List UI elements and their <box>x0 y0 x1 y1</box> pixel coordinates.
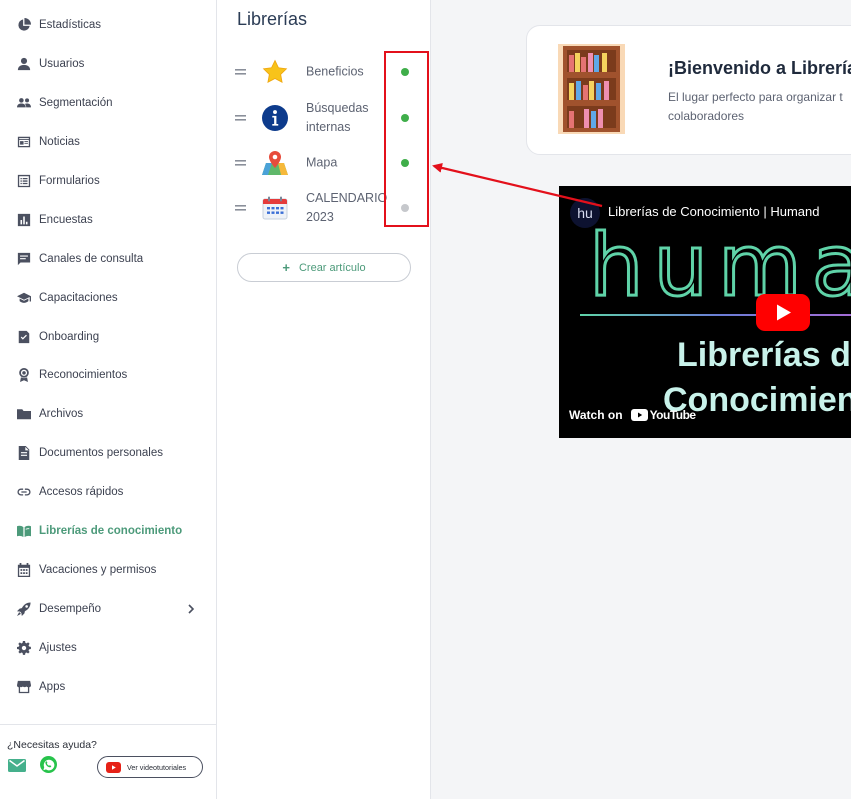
group-icon <box>17 96 31 110</box>
watch-on-label: Watch on <box>569 408 623 422</box>
mail-icon[interactable] <box>8 759 26 772</box>
youtube-wordmark: YouTube <box>649 408 697 422</box>
sidebar-item-encuestas[interactable]: Encuestas <box>0 200 216 239</box>
sidebar-item-ajustes[interactable]: Ajustes <box>0 628 216 667</box>
star-icon <box>261 58 289 86</box>
youtube-logo: YouTube <box>630 408 697 422</box>
bookshelf-icon <box>558 44 625 134</box>
sidebar-item-label: Vacaciones y permisos <box>39 563 157 576</box>
welcome-title: ¡Bienvenido a Librería <box>668 58 851 78</box>
calendar-icon <box>17 562 31 577</box>
sidebar-item-usuarios[interactable]: Usuarios <box>0 45 216 84</box>
sidebar-item-vacaciones-y-permisos[interactable]: Vacaciones y permisos <box>0 550 216 589</box>
bar-chart-icon <box>17 213 31 227</box>
sidebar-item-desempeno[interactable]: Desempeño <box>0 589 216 628</box>
library-name: Beneficios <box>306 64 364 79</box>
sidebar-item-documentos-personales[interactable]: Documentos personales <box>0 434 216 473</box>
graduation-cap-icon <box>17 291 31 305</box>
checklist-icon <box>17 330 31 344</box>
whatsapp-icon[interactable] <box>40 756 57 773</box>
rocket-icon <box>17 602 31 616</box>
sidebar-nav: Estadísticas Usuarios Segmentación Notic… <box>0 0 216 706</box>
drag-handle-icon[interactable] <box>235 160 246 166</box>
sidebar-item-canales-de-consulta[interactable]: Canales de consulta <box>0 239 216 278</box>
library-name: Mapa <box>306 155 338 170</box>
video-divider <box>580 314 851 316</box>
sidebar-item-label: Reconocimientos <box>39 369 128 382</box>
folder-icon <box>17 407 31 421</box>
sidebar-item-label: Ajustes <box>39 641 77 654</box>
sidebar-item-label: Documentos personales <box>39 447 164 460</box>
info-icon <box>261 104 289 132</box>
create-article-button[interactable]: + Crear artículo <box>237 253 411 282</box>
video-tutorials-button[interactable]: Ver videotutoriales <box>97 756 203 778</box>
watch-on-youtube-link[interactable]: Watch on YouTube <box>569 408 696 422</box>
form-icon <box>17 174 31 188</box>
drag-handle-icon[interactable] <box>235 115 246 121</box>
chevron-right-icon[interactable] <box>186 604 196 614</box>
sidebar-item-label: Apps <box>39 680 66 693</box>
library-name: Búsquedas internas <box>306 101 369 134</box>
sidebar-item-label: Archivos <box>39 408 84 421</box>
sidebar-item-label: Segmentación <box>39 97 113 110</box>
newspaper-icon <box>17 135 31 149</box>
sidebar-item-label: Capacitaciones <box>39 291 118 304</box>
sidebar-item-label: Encuestas <box>39 213 93 226</box>
video-logo-text: humand <box>588 215 851 318</box>
video-embed[interactable]: humand Librerías de Conocimiento hu Libr… <box>559 186 851 438</box>
sidebar-item-accesos-rapidos[interactable]: Accesos rápidos <box>0 473 216 512</box>
sidebar-item-label: Noticias <box>39 136 80 149</box>
link-icon <box>17 485 31 499</box>
sidebar-item-apps[interactable]: Apps <box>0 667 216 706</box>
store-icon <box>17 680 31 694</box>
sidebar-item-label: Usuarios <box>39 58 85 71</box>
libraries-title: Librerías <box>237 9 308 29</box>
welcome-text: El lugar perfecto para organizar t colab… <box>668 88 843 126</box>
library-name: CALENDARIO 2023 <box>306 191 388 224</box>
annotation-highlight-box <box>384 51 429 227</box>
welcome-text-line-2: colaboradores <box>668 109 745 123</box>
award-icon <box>17 368 31 383</box>
map-icon <box>261 149 289 177</box>
sidebar-item-archivos[interactable]: Archivos <box>0 395 216 434</box>
sidebar-item-label: Canales de consulta <box>39 252 144 265</box>
sidebar-item-reconocimientos[interactable]: Reconocimientos <box>0 356 216 395</box>
sidebar-item-segmentacion[interactable]: Segmentación <box>0 84 216 123</box>
welcome-card: ¡Bienvenido a Librería El lugar perfecto… <box>526 25 851 155</box>
plus-icon: + <box>282 260 290 275</box>
sidebar-item-noticias[interactable]: Noticias <box>0 123 216 162</box>
drag-handle-icon[interactable] <box>235 205 246 211</box>
video-tutorials-label: Ver videotutoriales <box>127 762 187 772</box>
sidebar-item-label: Desempeño <box>39 602 102 615</box>
user-icon <box>17 57 31 71</box>
sidebar: Estadísticas Usuarios Segmentación Notic… <box>0 0 217 799</box>
sidebar-item-formularios[interactable]: Formularios <box>0 162 216 201</box>
book-icon <box>17 524 31 538</box>
chat-icon <box>17 252 31 266</box>
play-button-icon[interactable] <box>756 294 810 331</box>
video-title[interactable]: Librerías de Conocimiento | Humand <box>608 204 820 219</box>
video-headline-1: Librerías de <box>677 336 851 374</box>
sidebar-item-label: Accesos rápidos <box>39 486 124 499</box>
sidebar-item-capacitaciones[interactable]: Capacitaciones <box>0 278 216 317</box>
sidebar-item-onboarding[interactable]: Onboarding <box>0 317 216 356</box>
youtube-icon <box>630 409 648 421</box>
create-article-label: Crear artículo <box>298 261 366 274</box>
sidebar-item-label: Onboarding <box>39 330 100 343</box>
channel-avatar[interactable]: hu <box>570 198 600 228</box>
pie-chart-icon <box>17 18 31 32</box>
calendar-icon <box>261 194 289 222</box>
sidebar-item-estadisticas[interactable]: Estadísticas <box>0 6 216 45</box>
youtube-icon <box>106 761 121 773</box>
drag-handle-icon[interactable] <box>235 69 246 75</box>
gear-icon <box>17 640 31 655</box>
help-section: ¿Necesitas ayuda? Ver videotutoriales <box>0 724 216 799</box>
sidebar-item-label: Formularios <box>39 175 100 187</box>
help-title: ¿Necesitas ayuda? <box>7 739 97 751</box>
sidebar-item-label: Estadísticas <box>39 19 101 32</box>
sidebar-item-librerias-de-conocimiento[interactable]: Librerías de conocimiento <box>0 512 216 551</box>
sidebar-item-label: Librerías de conocimiento <box>39 525 183 538</box>
document-icon <box>17 446 31 461</box>
welcome-text-line-1: El lugar perfecto para organizar t <box>668 90 843 104</box>
